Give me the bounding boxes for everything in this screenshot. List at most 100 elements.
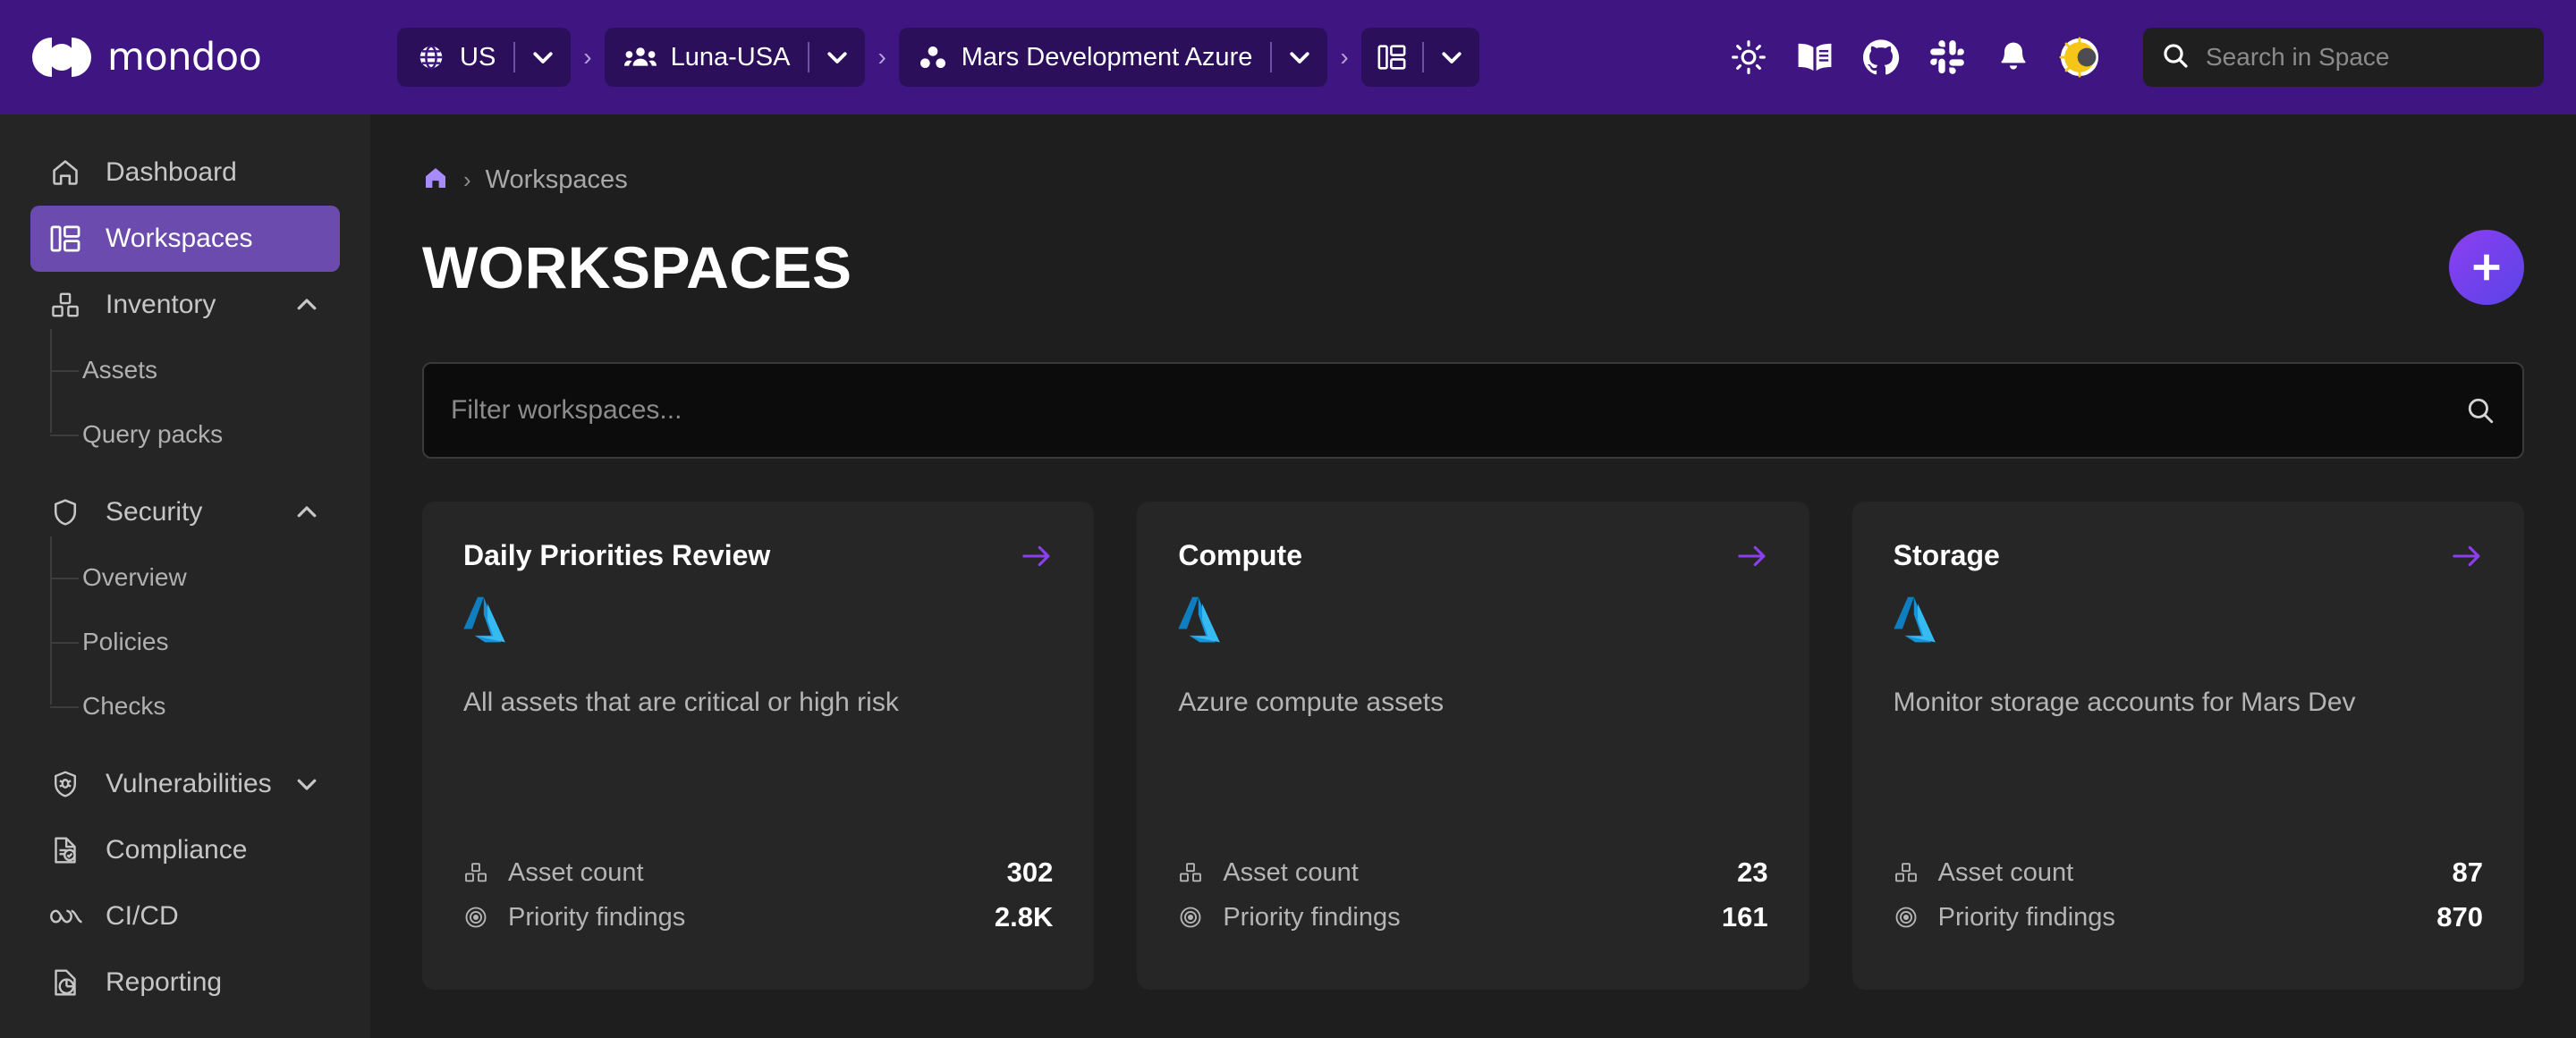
workspace-card[interactable]: Compute Azure compute assets Asset count… (1137, 502, 1809, 990)
workspace-description: Monitor storage accounts for Mars Dev (1893, 688, 2356, 717)
stat-label: Asset count (1223, 857, 1359, 887)
workspaces-icon (1377, 44, 1406, 71)
add-workspace-button[interactable] (2449, 230, 2524, 305)
workspaces-icon (50, 224, 91, 253)
docs-icon[interactable] (1782, 24, 1848, 90)
chevron-down-icon[interactable] (293, 771, 320, 797)
sidebar-item-security[interactable]: Security (30, 479, 340, 545)
space-label: Mars Development Azure (961, 42, 1253, 72)
workspace-card[interactable]: Daily Priorities Review All assets that … (422, 502, 1095, 990)
sidebar-item-dashboard[interactable]: Dashboard (30, 139, 340, 206)
cicd-infinity-icon (50, 903, 91, 930)
brand-area[interactable]: mondoo (0, 0, 370, 114)
sidebar-item-workspaces[interactable]: Workspaces (30, 206, 340, 272)
top-bar-actions: Search in Space (1716, 24, 2576, 90)
filter-workspaces-input[interactable]: Filter workspaces... (422, 362, 2524, 459)
arrow-right-icon[interactable] (2451, 542, 2483, 570)
stat-value: 2.8K (994, 901, 1054, 933)
sidebar-item-inventory[interactable]: Inventory (30, 272, 340, 338)
sidebar-label-vulnerabilities: Vulnerabilities (106, 769, 272, 798)
mondoo-logo[interactable]: mondoo (32, 35, 262, 80)
sidebar-navigation: Dashboard Workspaces Inventory Assets Qu… (0, 114, 370, 1038)
chevron-up-icon[interactable] (293, 291, 320, 318)
arrow-right-icon[interactable] (1021, 542, 1053, 570)
sidebar-item-reporting[interactable]: Reporting (30, 949, 340, 1016)
sidebar-label-reporting: Reporting (106, 967, 223, 997)
organization-selector[interactable]: Luna-USA (604, 28, 866, 87)
azure-logo-icon (1178, 595, 1767, 644)
stat-priority-findings: Priority findings 870 (1894, 895, 2483, 940)
breadcrumb-current[interactable]: Workspaces (486, 165, 628, 195)
brand-name: mondoo (107, 35, 262, 80)
chevron-up-icon[interactable] (293, 499, 320, 526)
compliance-doc-icon (50, 835, 91, 865)
search-icon[interactable] (2465, 395, 2496, 426)
sidebar-label-workspaces: Workspaces (106, 224, 253, 253)
sidebar-subgroup-inventory: Assets Query packs (50, 329, 340, 467)
stat-asset-count: Asset count 87 (1894, 850, 2483, 895)
sidebar-subgroup-security: Overview Policies Checks (50, 536, 340, 738)
sidebar-item-vulnerabilities[interactable]: Vulnerabilities (30, 751, 340, 817)
workspace-selector[interactable] (1360, 28, 1479, 87)
home-icon[interactable] (422, 165, 449, 196)
stat-priority-findings: Priority findings 2.8K (463, 895, 1053, 940)
search-icon (2161, 41, 2190, 74)
sidebar-label-security: Security (106, 497, 203, 527)
workspace-stats: Asset count 87 Priority findings 870 (1894, 850, 2483, 990)
workspace-card[interactable]: Storage Monitor storage accounts for Mar… (1852, 502, 2524, 990)
plus-icon (2473, 254, 2500, 281)
sidebar-label-cicd: CI/CD (106, 901, 179, 931)
status-icon[interactable] (1716, 24, 1782, 90)
stat-label: Priority findings (1223, 902, 1401, 932)
filter-placeholder: Filter workspaces... (451, 395, 682, 425)
sidebar-label-query-packs: Query packs (82, 420, 224, 448)
page-header: WORKSPACES (422, 230, 2524, 305)
globe-icon (417, 43, 445, 72)
chevron-down-icon[interactable] (809, 28, 865, 87)
arrow-right-icon[interactable] (1736, 542, 1768, 570)
github-icon[interactable] (1848, 24, 1914, 90)
stat-value: 870 (2436, 901, 2483, 933)
stat-label: Asset count (508, 857, 644, 887)
sidebar-item-cicd[interactable]: CI/CD (30, 883, 340, 949)
space-icon (919, 43, 947, 72)
breadcrumb-separator: › (463, 166, 471, 193)
space-selector[interactable]: Mars Development Azure (898, 28, 1328, 87)
card-header: Daily Priorities Review (463, 539, 1053, 572)
sidebar-label-assets: Assets (82, 356, 158, 384)
chevron-down-icon[interactable] (1424, 28, 1479, 87)
top-navigation-bar: mondoo US › Luna-USA › Mars Development … (0, 0, 2576, 114)
stat-priority-findings: Priority findings 161 (1178, 895, 1768, 940)
asset-count-icon (463, 860, 499, 885)
shield-icon (50, 497, 91, 527)
asset-count-icon (1178, 860, 1214, 885)
bug-shield-icon (50, 769, 91, 799)
sidebar-item-compliance[interactable]: Compliance (30, 817, 340, 883)
sidebar-label-compliance: Compliance (106, 835, 248, 865)
page-title: WORKSPACES (422, 234, 852, 300)
sidebar-label-dashboard: Dashboard (106, 157, 237, 187)
sidebar-item-overview[interactable]: Overview (50, 545, 340, 610)
sidebar-label-inventory: Inventory (106, 290, 216, 319)
slack-icon[interactable] (1914, 24, 1980, 90)
theme-toggle-icon[interactable] (2046, 24, 2113, 90)
sidebar-item-assets[interactable]: Assets (50, 338, 340, 402)
sidebar-item-policies[interactable]: Policies (50, 610, 340, 674)
region-selector[interactable]: US (397, 28, 572, 87)
workspace-stats: Asset count 23 Priority findings 161 (1178, 850, 1768, 990)
global-search-placeholder: Search in Space (2206, 43, 2390, 71)
breadcrumb-selectors: US › Luna-USA › Mars Development Azure › (397, 28, 1479, 87)
sidebar-item-query-packs[interactable]: Query packs (50, 402, 340, 467)
notifications-icon[interactable] (1980, 24, 2046, 90)
stat-label: Asset count (1937, 857, 2074, 887)
priority-findings-icon (463, 905, 499, 930)
sidebar-item-checks[interactable]: Checks (50, 674, 340, 738)
sidebar-label-policies: Policies (82, 628, 169, 655)
asset-count-icon (1894, 860, 1929, 885)
chevron-down-icon[interactable] (515, 28, 571, 87)
workspace-description: All assets that are critical or high ris… (463, 688, 899, 717)
chevron-down-icon[interactable] (1272, 28, 1327, 87)
organization-label: Luna-USA (670, 42, 791, 72)
workspace-title: Compute (1178, 539, 1302, 571)
global-search-input[interactable]: Search in Space (2143, 28, 2544, 87)
